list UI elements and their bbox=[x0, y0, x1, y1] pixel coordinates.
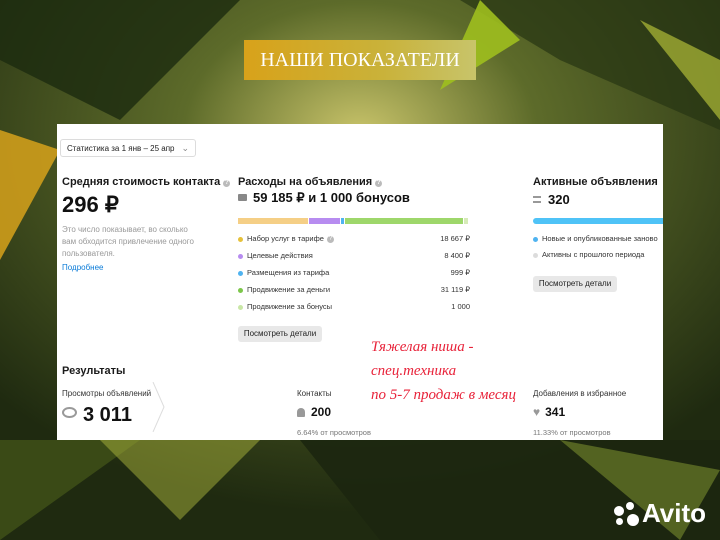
logo-dot bbox=[616, 518, 623, 525]
expenses-total-bonus: и 1 000 бонусов bbox=[304, 190, 410, 205]
expense-value: 8 400 ₽ bbox=[444, 251, 470, 260]
views-count: 3 011 bbox=[62, 404, 132, 427]
active-ads-details-button[interactable]: Посмотреть детали bbox=[533, 276, 617, 292]
page-title: НАШИ ПОКАЗАТЕЛИ bbox=[260, 49, 460, 71]
favorites-count: ♥ 341 bbox=[533, 405, 565, 419]
expense-label: Целевые действия bbox=[247, 251, 313, 260]
expense-value: 31 119 ₽ bbox=[440, 285, 470, 294]
annotation-note: Тяжелая ниша - спец.техника по 5-7 прода… bbox=[371, 337, 516, 405]
favorites-label: Добавления в избранное bbox=[533, 389, 627, 398]
chevron-right-icon bbox=[152, 382, 165, 432]
legend-dot bbox=[238, 254, 243, 259]
info-icon[interactable]: ? bbox=[326, 236, 334, 243]
expense-bar-segment bbox=[309, 218, 340, 224]
active-ads-value: 320 bbox=[548, 192, 570, 207]
period-select-value: Статистика за 1 янв – 25 апр bbox=[67, 144, 175, 153]
list-item: Размещения из тарифа 999 ₽ bbox=[238, 268, 470, 280]
views-label: Просмотры объявлений bbox=[62, 389, 152, 398]
list-icon bbox=[533, 196, 541, 203]
expenses-details-button[interactable]: Посмотреть детали bbox=[238, 326, 322, 342]
logo-dot bbox=[614, 506, 624, 516]
brand-logo-text: Avito bbox=[642, 498, 707, 528]
note-line: спец.техника bbox=[371, 363, 457, 379]
results-title: Результаты bbox=[62, 365, 126, 377]
legend-dot bbox=[238, 271, 243, 276]
contact-cost-title: Средняя стоимость контакта? bbox=[62, 176, 231, 188]
favorites-subtext: 11.33% от просмотров bbox=[533, 428, 611, 437]
expenses-title: Расходы на объявления? bbox=[238, 176, 383, 188]
contacts-value: 200 bbox=[311, 405, 332, 419]
legend-dot bbox=[238, 237, 243, 242]
legend-dot bbox=[238, 288, 243, 293]
hint-line: вам обходится привлечение одного bbox=[62, 237, 194, 246]
eye-icon bbox=[62, 407, 77, 418]
contacts-subtext: 6.64% от просмотров bbox=[297, 428, 371, 437]
contacts-count: 200 bbox=[297, 405, 331, 419]
expense-label: Продвижение за деньги bbox=[247, 285, 331, 294]
list-item: Продвижение за бонусы 1 000 bbox=[238, 302, 470, 314]
contact-cost-title-text: Средняя стоимость контакта bbox=[62, 176, 221, 188]
active-ads-count: 320 bbox=[533, 192, 570, 207]
active-ads-title: Активные объявления bbox=[533, 176, 658, 188]
period-select[interactable]: Статистика за 1 янв – 25 апр ⌄ bbox=[60, 139, 196, 157]
contacts-label: Контакты bbox=[297, 389, 332, 398]
expense-value: 999 ₽ bbox=[450, 268, 470, 277]
expense-label: Набор услуг в тарифе? bbox=[247, 234, 334, 243]
expenses-total: 59 185 ₽ и 1 000 бонусов bbox=[238, 190, 410, 206]
list-item: Новые и опубликованные заново bbox=[533, 234, 663, 246]
wallet-icon bbox=[238, 194, 247, 201]
expense-bar-segment bbox=[464, 218, 468, 224]
title-banner: НАШИ ПОКАЗАТЕЛИ bbox=[244, 40, 476, 80]
list-item: Набор услуг в тарифе? 18 667 ₽ bbox=[238, 234, 470, 246]
info-icon[interactable]: ? bbox=[223, 180, 231, 187]
legend-dot bbox=[533, 237, 538, 242]
expense-value: 18 667 ₽ bbox=[440, 234, 470, 243]
hint-line: Это число показывает, во сколько bbox=[62, 225, 188, 234]
expenses-total-rub: 59 185 ₽ bbox=[253, 190, 305, 205]
statistics-panel: Статистика за 1 янв – 25 апр ⌄ Средняя с… bbox=[57, 124, 663, 440]
expense-value: 1 000 bbox=[451, 302, 470, 311]
logo-dot bbox=[627, 514, 639, 526]
expenses-title-text: Расходы на объявления bbox=[238, 176, 373, 188]
user-icon bbox=[297, 408, 305, 417]
favorites-value: 341 bbox=[545, 405, 566, 419]
list-item: Активны с прошлого периода bbox=[533, 250, 663, 262]
contact-cost-value: 296 ₽ bbox=[62, 192, 119, 217]
expense-label: Продвижение за бонусы bbox=[247, 302, 333, 311]
chevron-down-icon: ⌄ bbox=[181, 143, 189, 153]
hint-line: пользователя. bbox=[62, 249, 115, 258]
heart-icon: ♥ bbox=[533, 405, 541, 419]
contact-cost-hint: Это число показывает, во сколько вам обх… bbox=[62, 224, 194, 260]
note-line: Тяжелая ниша - bbox=[371, 339, 474, 355]
views-value: 3 011 bbox=[83, 404, 132, 426]
more-link[interactable]: Подробнее bbox=[62, 263, 104, 272]
expense-bar-segment bbox=[345, 218, 463, 224]
legend-label: Активны с прошлого периода bbox=[542, 250, 645, 259]
list-item: Продвижение за деньги 31 119 ₽ bbox=[238, 285, 470, 297]
legend-dot bbox=[533, 253, 538, 258]
expense-bar-segment bbox=[341, 218, 344, 224]
active-ads-bar bbox=[533, 218, 663, 224]
note-line: по 5-7 продаж в месяц bbox=[371, 387, 517, 403]
expense-label: Размещения из тарифа bbox=[247, 268, 330, 277]
expense-bar-segment bbox=[238, 218, 308, 224]
logo-dot bbox=[626, 502, 634, 510]
legend-label: Новые и опубликованные заново bbox=[542, 234, 658, 243]
list-item: Целевые действия 8 400 ₽ bbox=[238, 251, 470, 263]
info-icon[interactable]: ? bbox=[375, 180, 383, 187]
legend-dot bbox=[238, 305, 243, 310]
